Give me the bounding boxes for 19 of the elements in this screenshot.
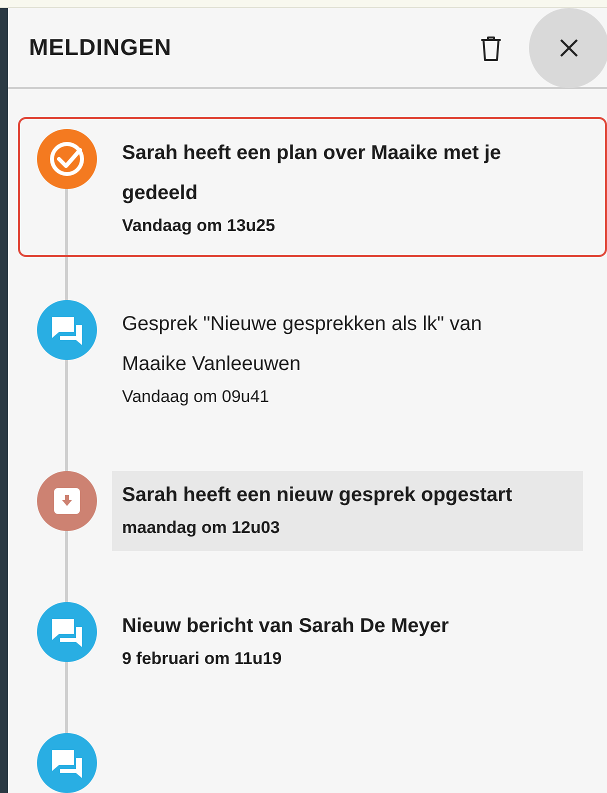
notification-time: 9 februari om 11u19 [122, 648, 283, 670]
notification-title: Nieuw bericht van Sarah De Meyer [122, 614, 450, 639]
notification-item[interactable]: Sarah heeft een plan over Maaike met je gedeeld Vandaag om 13u25 [18, 117, 607, 257]
check-circle-icon [37, 129, 97, 189]
close-icon [559, 38, 579, 58]
notification-item[interactable]: Gesprek "Nieuwe gesprekken als lk" van Maaike Vanleeuwen Vandaag om 09u41 [18, 288, 607, 428]
notification-time: Vandaag om 13u25 [122, 215, 276, 237]
notification-time: Vandaag om 09u41 [122, 386, 270, 408]
close-button[interactable] [529, 8, 607, 88]
inbox-download-icon [37, 471, 97, 531]
notification-title: Sarah heeft een plan over Maaike met je gedeeld [122, 141, 502, 206]
chat-bubbles-icon [37, 300, 97, 360]
notification-title: Sarah heeft een nieuw gesprek opgestart [122, 483, 514, 508]
panel-title: MELDINGEN [29, 34, 172, 61]
chat-bubbles-icon [37, 602, 97, 662]
notification-title: Gesprek "Nieuwe gesprekken als lk" van Maaike Vanleeuwen [122, 312, 483, 377]
notification-time: maandag om 12u03 [122, 517, 281, 539]
notification-item[interactable]: Nieuw bericht van Sarah De Meyer 9 februari om 11u19 [18, 590, 607, 690]
notification-item[interactable]: Sarah heeft een nieuw gesprek opgestart maandag om 12u03 [18, 459, 607, 559]
